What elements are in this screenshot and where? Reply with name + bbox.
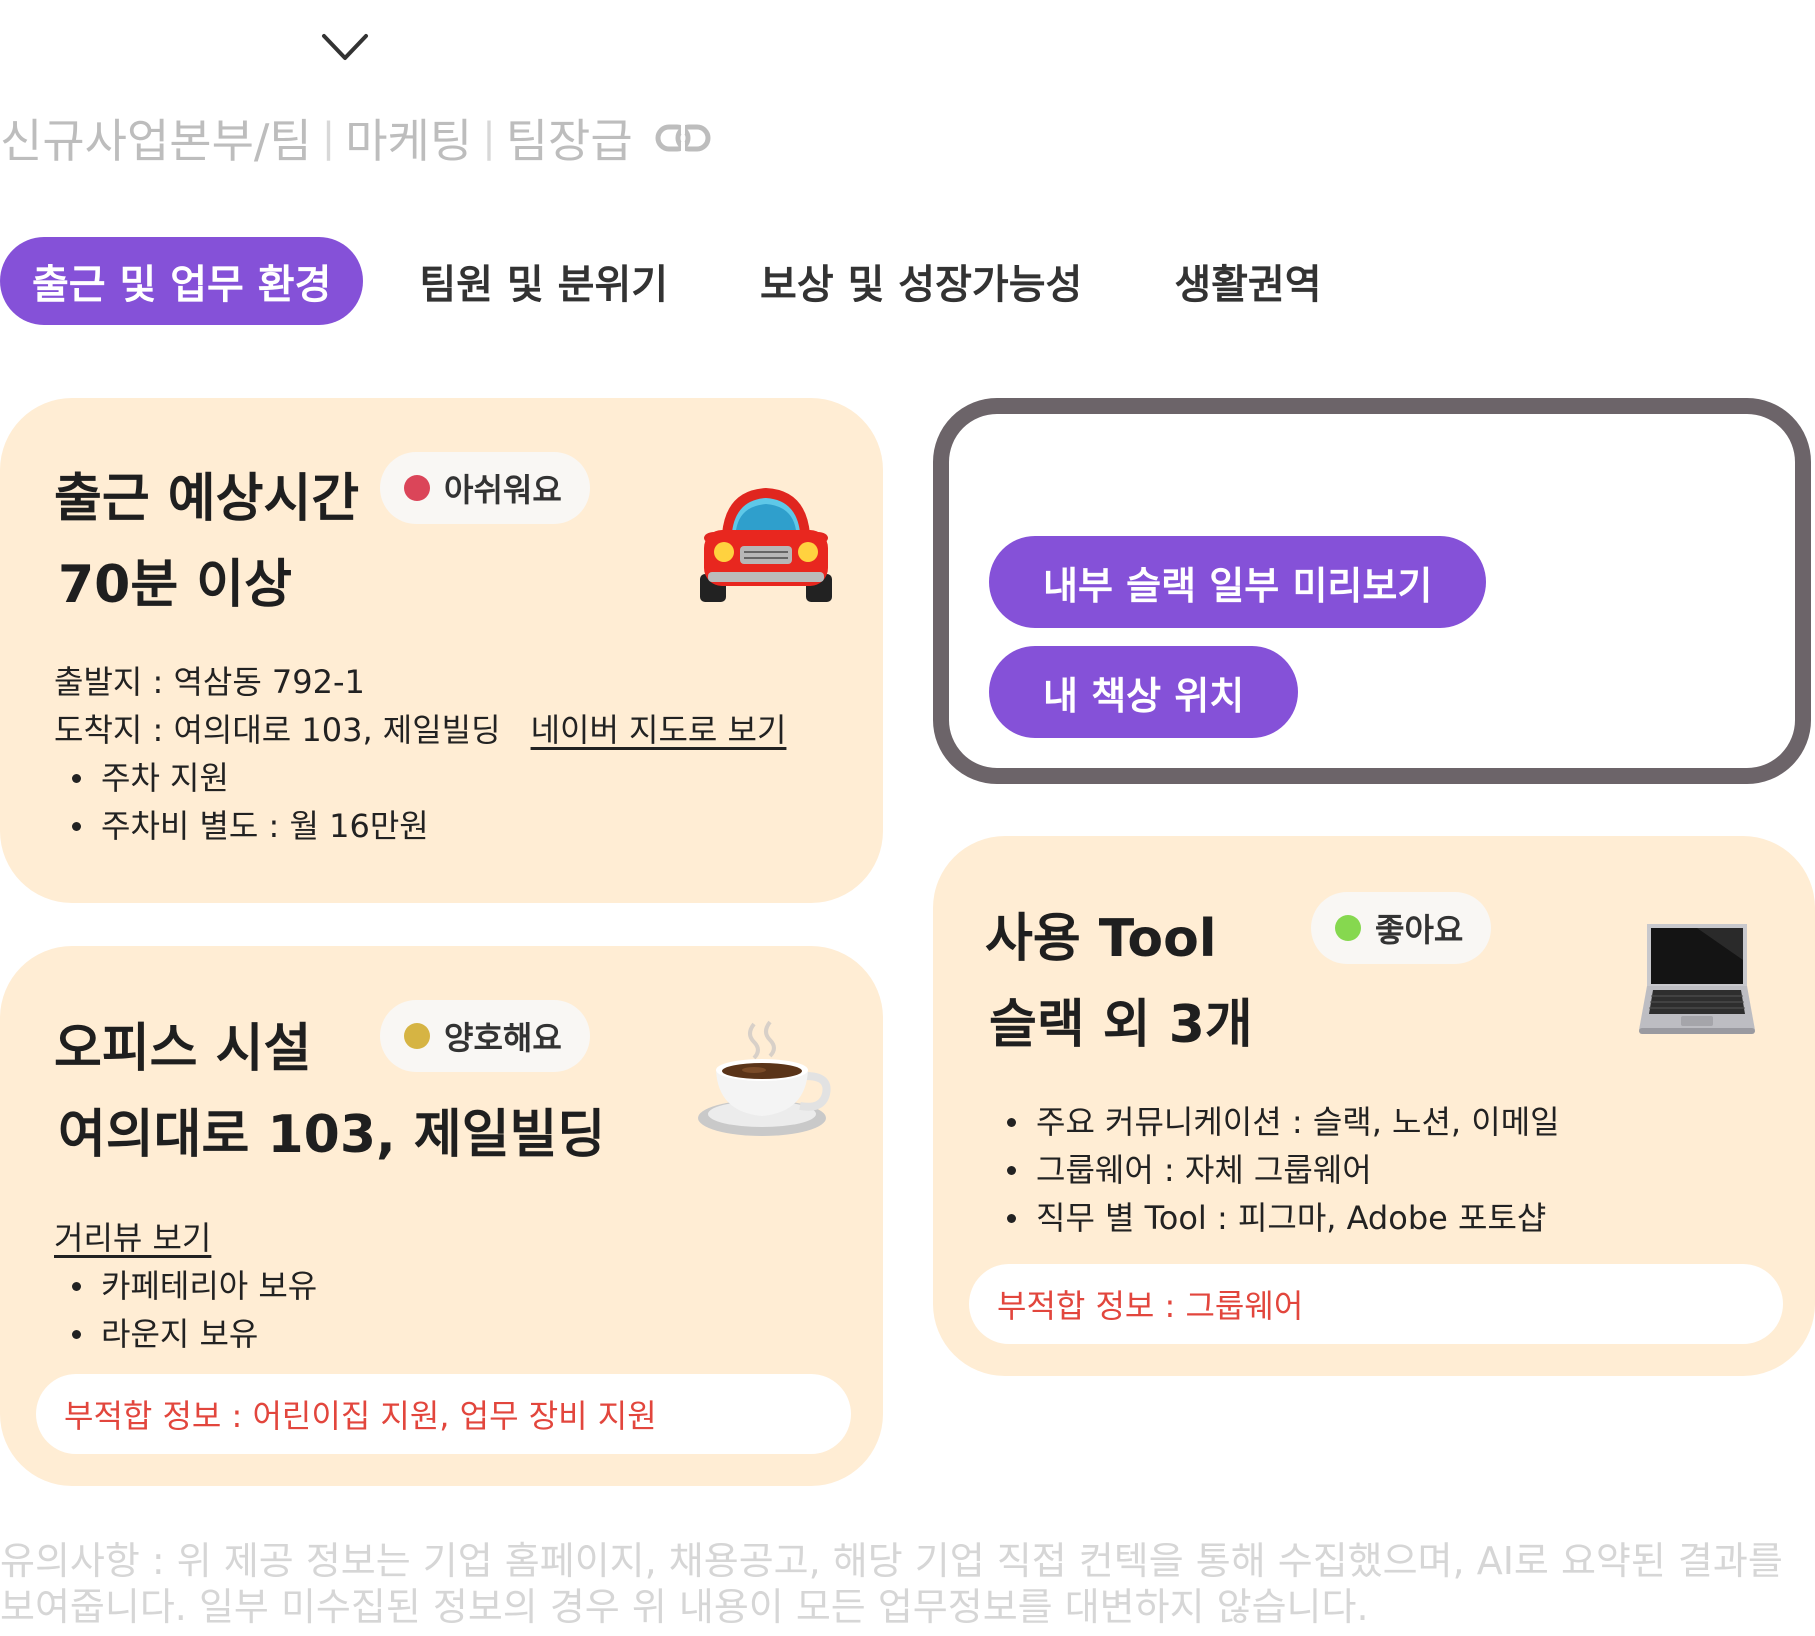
unsuitable-info: 부적합 정보 : 어린이집 지원, 업무 장비 지원 <box>36 1374 851 1454</box>
card-value: 슬랙 외 3개 <box>989 995 1253 1055</box>
breadcrumb-department: 신규사업본부/팀 <box>0 114 312 168</box>
status-dot <box>404 475 430 501</box>
departure-text: 출발지 : 역삼동 792-1 <box>54 663 365 701</box>
disclaimer-notice: 유의사항 : 위 제공 정보는 기업 홈페이지, 채용공고, 해당 기업 직접 … <box>0 1539 1783 1629</box>
breadcrumb-level: 팀장급 <box>505 114 633 168</box>
desk-location-button[interactable]: 내 책상 위치 <box>989 646 1299 738</box>
card-value: 70분 이상 <box>58 555 292 615</box>
list-item: 주차비 별도 : 월 16만원 <box>54 802 786 850</box>
card-title: 출근 예상시간 <box>54 469 360 529</box>
chevron-down-icon[interactable] <box>320 30 370 64</box>
card-value: 여의대로 103, 제일빌딩 <box>58 1105 606 1165</box>
breadcrumb-separator: | <box>482 115 496 161</box>
tab-bar: 출근 및 업무 환경 팀원 및 분위기 보상 및 성장가능성 생활권역 <box>0 236 1322 326</box>
list-item: 직무 별 Tool : 피그마, Adobe 포토샵 <box>989 1194 1560 1242</box>
street-view-row: 거리뷰 보기 <box>54 1214 317 1262</box>
arrival-row: 도착지 : 여의대로 103, 제일빌딩 네이버 지도로 보기 <box>54 706 786 754</box>
slack-preview-button[interactable]: 내부 슬랙 일부 미리보기 <box>989 536 1487 628</box>
list-item: 주차 지원 <box>54 754 786 802</box>
tools-card: 사용 Tool 좋아요 슬랙 외 3개 주요 커뮤니케이션 : 슬랙, 노션, … <box>933 836 1815 1376</box>
card-title: 사용 Tool <box>985 909 1217 969</box>
status-badge-label: 좋아요 <box>1375 911 1464 949</box>
status-badge: 좋아요 <box>1311 892 1492 964</box>
street-view-link[interactable]: 거리뷰 보기 <box>54 1214 211 1262</box>
tab-living-area[interactable]: 생활권역 <box>1174 237 1321 325</box>
commute-details: 출발지 : 역삼동 792-1 도착지 : 여의대로 103, 제일빌딩 네이버… <box>54 658 786 850</box>
breadcrumb-separator: | <box>321 115 336 161</box>
coffee-icon <box>698 1020 831 1136</box>
tab-compensation-growth[interactable]: 보상 및 성장가능성 <box>760 237 1082 325</box>
status-badge-label: 아쉬워요 <box>444 471 562 509</box>
list-item: 주요 커뮤니케이션 : 슬랙, 노션, 이메일 <box>989 1098 1560 1146</box>
list-item: 라운지 보유 <box>54 1310 317 1358</box>
list-item: 카페테리아 보유 <box>54 1262 317 1310</box>
status-dot <box>404 1023 430 1049</box>
link-icon[interactable] <box>655 122 711 154</box>
status-badge: 아쉬워요 <box>380 452 590 524</box>
laptop-icon <box>1639 924 1755 1034</box>
office-details: 거리뷰 보기 카페테리아 보유 라운지 보유 <box>54 1214 317 1358</box>
breadcrumb: 신규사업본부/팀 | 마케팅 | 팀장급 <box>0 108 711 168</box>
preview-panel: 내부 슬랙 일부 미리보기 내 책상 위치 <box>933 398 1811 784</box>
arrival-text: 도착지 : 여의대로 103, 제일빌딩 <box>54 711 501 749</box>
status-dot <box>1335 915 1361 941</box>
status-badge: 양호해요 <box>380 1000 590 1072</box>
card-title: 오피스 시설 <box>54 1019 312 1079</box>
commute-card: 출근 예상시간 아쉬워요 70분 이상 출발지 : 역삼동 792-1 도착지 … <box>0 398 883 903</box>
office-card: 오피스 시설 양호해요 여의대로 103, 제일빌딩 거리뷰 보기 카페테리아 … <box>0 946 883 1486</box>
list-item: 그룹웨어 : 자체 그룹웨어 <box>989 1146 1560 1194</box>
status-badge-label: 양호해요 <box>444 1019 562 1057</box>
breadcrumb-job: 마케팅 <box>345 114 473 168</box>
car-icon <box>700 488 832 602</box>
naver-map-link[interactable]: 네이버 지도로 보기 <box>531 706 787 754</box>
tab-team-atmosphere[interactable]: 팀원 및 분위기 <box>419 237 668 325</box>
tab-commute-work-environment[interactable]: 출근 및 업무 환경 <box>0 237 364 325</box>
unsuitable-info: 부적합 정보 : 그룹웨어 <box>969 1264 1783 1344</box>
tools-details: 주요 커뮤니케이션 : 슬랙, 노션, 이메일 그룹웨어 : 자체 그룹웨어 직… <box>989 1098 1560 1242</box>
